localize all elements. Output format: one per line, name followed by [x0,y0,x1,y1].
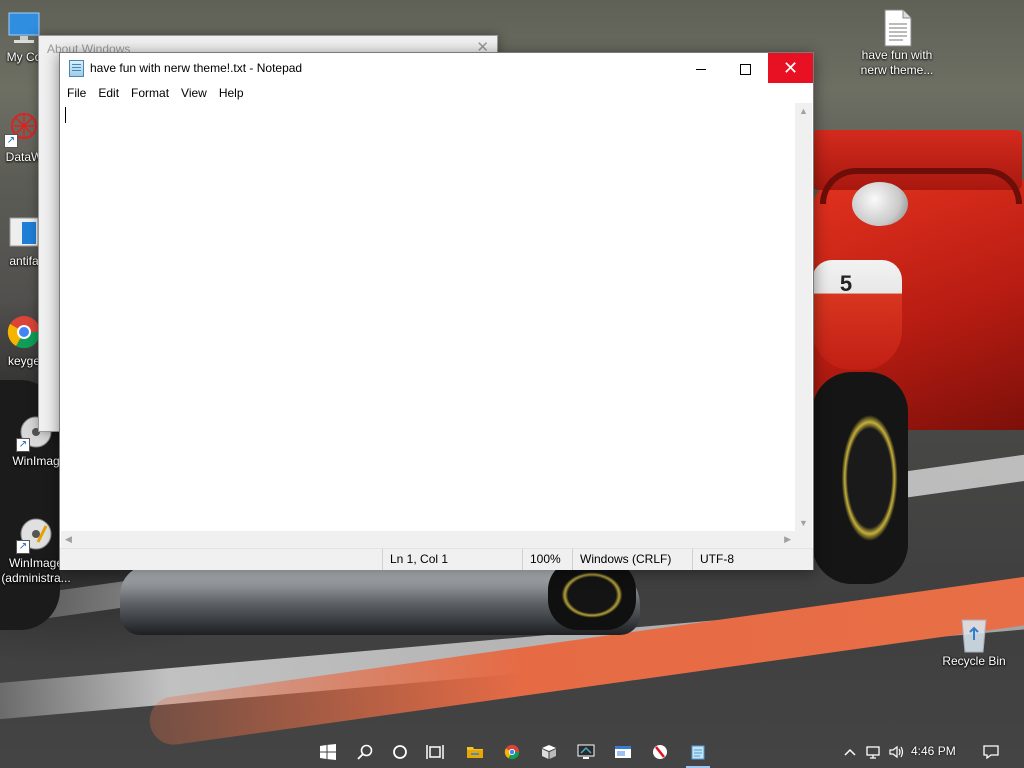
task-view-icon [426,745,444,759]
volume-icon [889,745,904,759]
close-icon: ✕ [782,58,799,78]
window-app-icon [615,746,631,758]
recycle-bin-icon [956,614,992,653]
chrome-icon [6,314,42,350]
remote-desktop-taskbar-button[interactable] [571,736,601,768]
text-caret [65,107,66,123]
notepad-app-icon[interactable] [69,60,84,77]
clock[interactable]: 4:46 PM [911,744,956,758]
text-editor-area[interactable] [61,103,795,531]
minimize-button[interactable] [678,53,723,83]
opera-taskbar-button[interactable] [645,736,675,768]
status-zoom: 100% [522,549,572,570]
horizontal-scrollbar[interactable]: ◀ ▶ [61,531,795,548]
action-center-button[interactable] [976,736,1006,768]
chevron-up-icon [844,748,856,756]
window-file-icon [6,214,42,250]
network-icon [866,746,880,759]
file-explorer-button[interactable] [460,736,490,768]
chrome-taskbar-button[interactable] [497,736,527,768]
package-icon [542,745,556,759]
window-app-taskbar-button[interactable] [608,736,638,768]
menu-format[interactable]: Format [125,83,175,103]
shortcut-arrow-icon: ↗ [4,134,18,148]
volume-button[interactable] [882,736,912,768]
scroll-right-arrow-icon[interactable]: ▶ [784,534,791,545]
status-bar: Ln 1, Col 1 100% Windows (CRLF) UTF-8 [60,548,813,570]
start-button[interactable] [313,736,343,768]
desktop-icon-label: WinImag [12,454,60,468]
scroll-corner [795,531,812,548]
red-car-nose [812,260,902,370]
menu-bar: File Edit Format View Help [60,83,813,103]
desktop-icon-text-file[interactable]: have fun with nerw theme... [859,8,935,78]
window-title: have fun with nerw theme!.txt - Notepad [90,61,303,75]
file-explorer-icon [467,747,483,758]
desktop-icon-label: keyge [7,354,41,368]
remote-desktop-icon [577,744,595,759]
datawrapper-icon: ↗ [4,110,42,148]
desktop-icon-label: My Co [6,50,42,64]
shortcut-arrow-icon: ↗ [16,540,30,554]
scroll-down-arrow-icon[interactable]: ▼ [799,518,808,528]
desktop-icon-label: DataW [5,150,43,164]
cortana-button[interactable] [385,736,415,768]
desktop-icon-label: have fun with nerw theme... [860,48,934,77]
vertical-scrollbar[interactable]: ▲ ▼ [795,103,812,531]
status-line-endings: Windows (CRLF) [572,549,692,570]
package-taskbar-button[interactable] [534,736,564,768]
cortana-icon [393,745,407,759]
driver-helmet [852,182,908,226]
close-button[interactable]: ✕ [768,53,813,83]
menu-view[interactable]: View [175,83,213,103]
title-bar[interactable]: have fun with nerw theme!.txt - Notepad … [60,53,813,83]
search-icon [357,744,373,760]
status-encoding: UTF-8 [692,549,813,570]
chrome-icon [504,744,520,760]
notepad-taskbar-button[interactable] [683,736,713,768]
task-view-button[interactable] [420,736,450,768]
red-car-halo [820,168,1022,204]
red-car-front-tire [812,372,908,584]
notification-icon [983,745,999,760]
text-file-icon [879,8,915,47]
opera-icon [653,745,667,759]
notepad-icon [691,745,705,760]
silver-car-tire [548,560,636,630]
car-number: 5 [839,271,853,296]
scroll-up-arrow-icon[interactable]: ▲ [799,106,808,116]
desktop-icon-recycle-bin[interactable]: Recycle Bin [936,614,1012,669]
shortcut-arrow-icon: ↗ [16,438,30,452]
status-cursor-position: Ln 1, Col 1 [382,549,522,570]
search-button[interactable] [350,736,380,768]
desktop-icon-label: antifa [9,254,39,268]
menu-help[interactable]: Help [213,83,250,103]
disc-icon: ↗ [16,516,54,554]
notepad-window[interactable]: have fun with nerw theme!.txt - Notepad … [59,52,814,570]
desktop-icon-label: Recycle Bin [942,654,1006,668]
maximize-button[interactable] [723,53,768,83]
windows-start-icon [320,744,336,760]
monitor-icon [6,10,42,46]
minimize-icon [695,68,706,70]
menu-edit[interactable]: Edit [92,83,125,103]
scroll-left-arrow-icon[interactable]: ◀ [65,534,72,545]
menu-file[interactable]: File [60,83,92,103]
maximize-icon [740,63,751,75]
